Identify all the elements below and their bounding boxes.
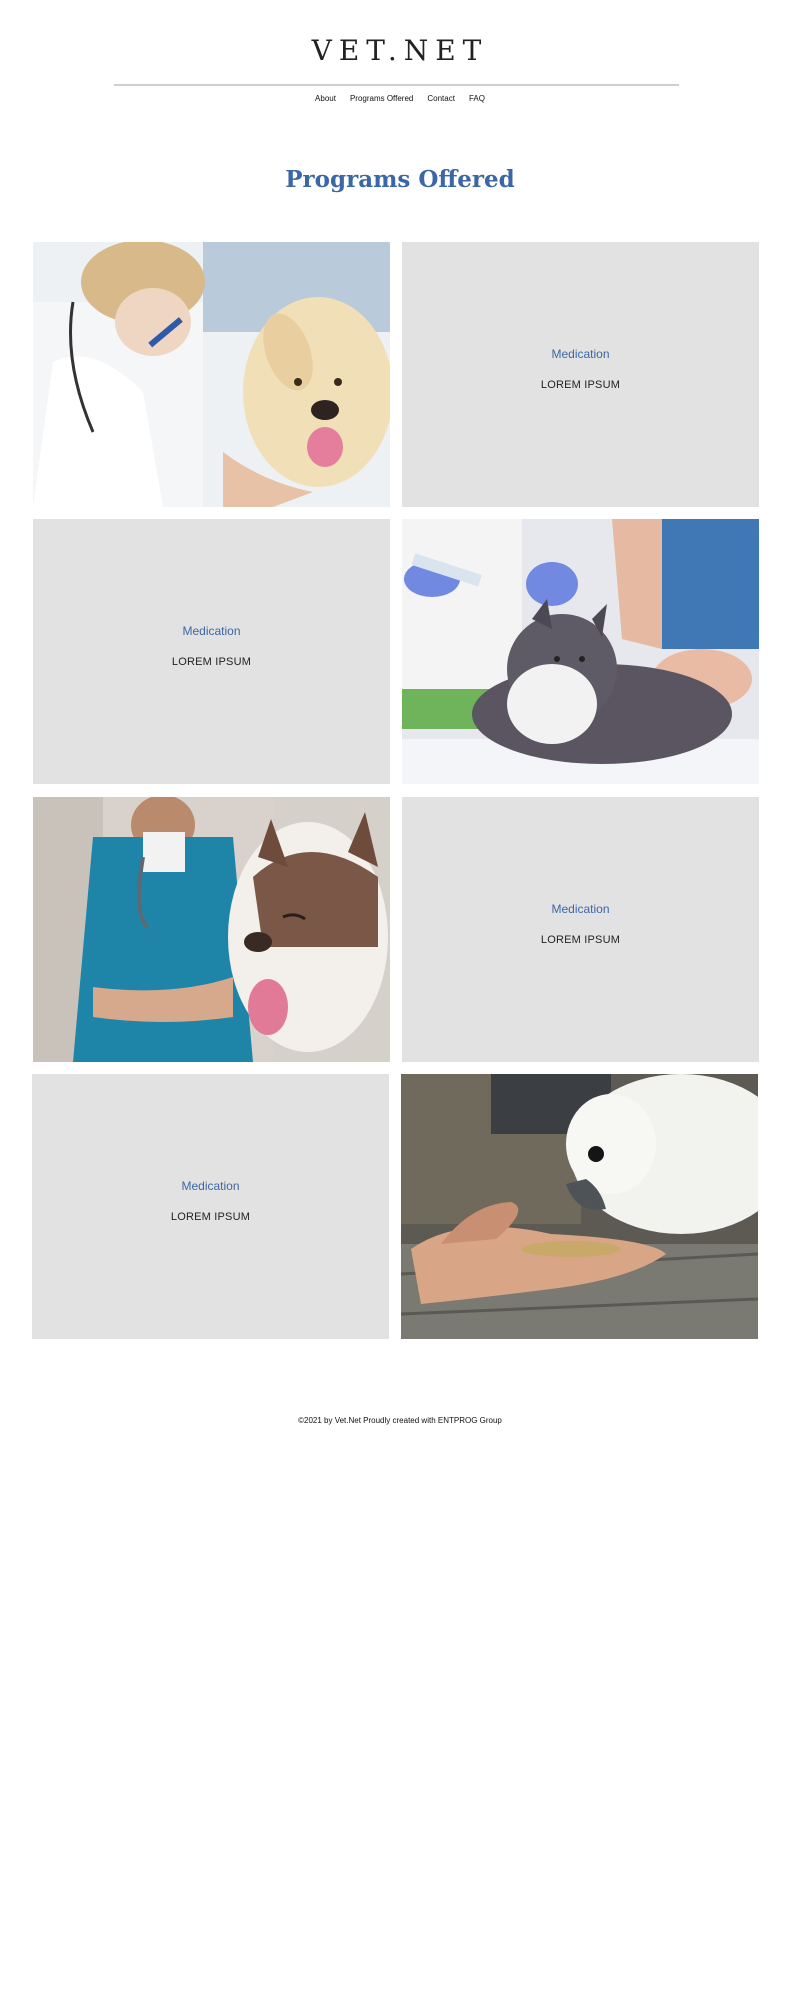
program-card: Medication LOREM IPSUM <box>32 1074 389 1339</box>
program-card-body: LOREM IPSUM <box>171 655 252 668</box>
program-card-heading[interactable]: Medication <box>551 347 609 361</box>
nav-item-contact[interactable]: Contact <box>427 94 455 103</box>
program-card-body: LOREM IPSUM <box>170 1210 251 1223</box>
vet-injecting-cat-photo <box>402 519 759 784</box>
program-card-body: LOREM IPSUM <box>540 933 621 946</box>
program-card: Medication LOREM IPSUM <box>33 519 390 784</box>
program-card-heading[interactable]: Medication <box>181 1179 239 1193</box>
site-footer: ©2021 by Vet.Net Proudly created with EN… <box>298 1416 502 1425</box>
nav-item-about[interactable]: About <box>315 94 336 103</box>
vet-examining-dog-ear-photo <box>33 242 390 507</box>
hand-feeding-cockatoo-photo <box>401 1074 758 1339</box>
main-nav: About Programs Offered Contact FAQ <box>0 94 800 103</box>
vet-with-husky-photo <box>33 797 390 1062</box>
program-card-heading[interactable]: Medication <box>551 902 609 916</box>
program-card: Medication LOREM IPSUM <box>402 797 759 1062</box>
program-card-heading[interactable]: Medication <box>182 624 240 638</box>
nav-item-faq[interactable]: FAQ <box>469 94 485 103</box>
nav-item-programs-offered[interactable]: Programs Offered <box>350 94 413 103</box>
header-divider <box>114 84 679 86</box>
program-card: Medication LOREM IPSUM <box>402 242 759 507</box>
program-card-body: LOREM IPSUM <box>540 378 621 391</box>
site-title[interactable]: VET.NET <box>0 34 800 67</box>
page-title: Programs Offered <box>285 166 515 193</box>
